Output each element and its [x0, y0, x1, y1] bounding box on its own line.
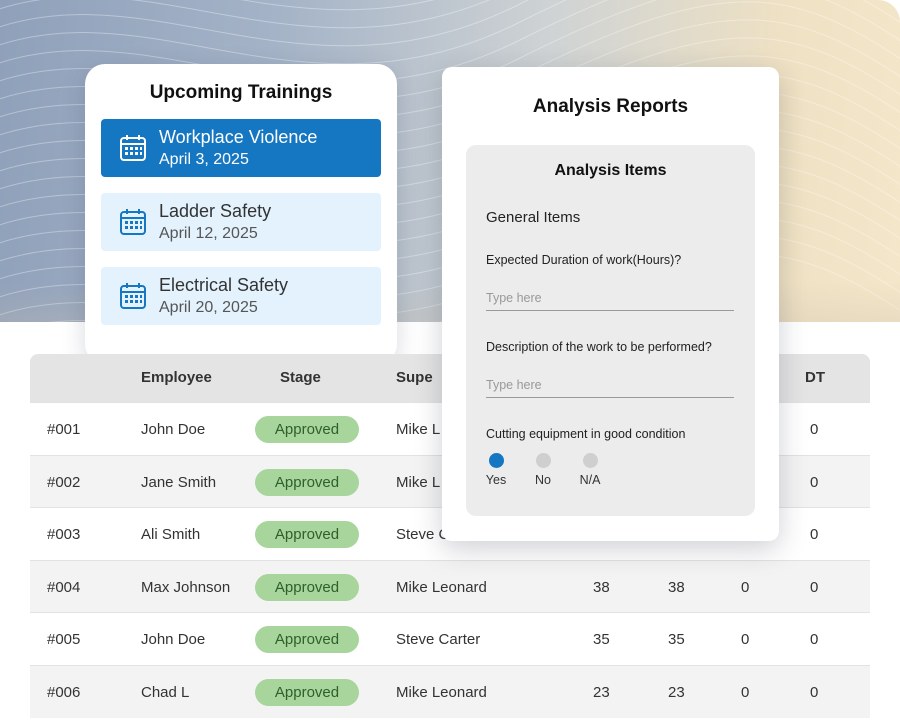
cell-dt: 0: [810, 631, 819, 649]
training-item-ladder-safety[interactable]: Ladder Safety April 12, 2025: [101, 193, 381, 251]
calendar-icon: [120, 135, 146, 161]
cell-employee: John Doe: [141, 421, 206, 438]
cell-dt: 0: [810, 526, 819, 544]
analysis-items-panel: Analysis Items General Items Expected Du…: [466, 145, 755, 516]
cell-value-1: 23: [593, 683, 610, 701]
cell-value-2: 38: [668, 578, 685, 596]
duration-input[interactable]: [486, 285, 734, 311]
analysis-reports-card: Analysis Reports Analysis Items General …: [442, 67, 779, 541]
column-header-stage[interactable]: Stage: [280, 369, 321, 386]
radio-label-no: No: [535, 473, 551, 487]
cell-value-3: 0: [741, 683, 750, 701]
cell-dt: 0: [810, 683, 819, 701]
status-badge: Approved: [255, 468, 359, 496]
training-name: Workplace Violence: [159, 127, 318, 147]
cell-supervisor: Mike L: [396, 421, 441, 438]
status-badge: Approved: [255, 678, 359, 706]
radio-button[interactable]: [582, 453, 598, 468]
general-items-heading: General Items: [486, 209, 581, 226]
training-item-workplace-violence[interactable]: Workplace Violence April 3, 2025: [101, 119, 381, 177]
cell-employee: John Doe: [141, 631, 206, 649]
duration-question-label: Expected Duration of work(Hours)?: [486, 253, 682, 267]
radio-option-yes[interactable]: Yes: [476, 453, 516, 487]
cell-value-3: 0: [741, 631, 750, 649]
table-row[interactable]: #004 Max Johnson Mike Leonard 38 38 0 0 Approve…: [30, 559, 870, 613]
cell-value-1: 35: [593, 631, 610, 649]
radio-button-checked[interactable]: [488, 453, 504, 468]
training-date: April 20, 2025: [159, 299, 258, 316]
cutting-equipment-radio-group: Yes No N/A: [486, 453, 686, 493]
wave-line: [240, 0, 434, 11]
radio-label-yes: Yes: [485, 473, 507, 487]
column-header-supervisor[interactable]: Supe: [396, 369, 433, 386]
cell-value-3: 0: [741, 578, 750, 596]
cell-value-1: 38: [593, 578, 610, 596]
description-question-label: Description of the work to be performed?: [486, 340, 712, 354]
cell-id: #005: [47, 631, 81, 649]
training-date: April 3, 2025: [159, 151, 249, 168]
radio-label-na: N/A: [579, 473, 601, 487]
radio-option-na[interactable]: N/A: [570, 453, 610, 487]
cell-id: #006: [47, 683, 81, 701]
radio-option-no[interactable]: No: [523, 453, 563, 487]
cell-employee: Chad L: [141, 683, 190, 701]
status-badge: Approved: [255, 416, 359, 443]
cell-id: #004: [47, 578, 81, 596]
status-badge: Approved: [255, 626, 359, 654]
cell-supervisor: Steve Carter: [396, 631, 481, 649]
cell-supervisor: Mike Leonard: [396, 578, 487, 596]
training-name: Ladder Safety: [159, 201, 272, 221]
cell-id: #003: [47, 526, 81, 544]
cell-value-2: 23: [668, 683, 685, 701]
cell-employee: Ali Smith: [141, 526, 201, 544]
cutting-equipment-question-label: Cutting equipment in good condition: [486, 427, 686, 441]
cell-dt: 0: [810, 421, 819, 438]
reports-title: Analysis Reports: [532, 96, 689, 117]
calendar-icon: [120, 209, 146, 235]
wave-line: [0, 0, 490, 29]
radio-button[interactable]: [535, 453, 551, 468]
cell-employee: Jane Smith: [141, 473, 217, 491]
calendar-icon: [120, 283, 146, 309]
cell-value-2: 35: [668, 631, 685, 649]
column-header-dt[interactable]: DT: [805, 369, 825, 386]
cell-supervisor: Mike Leonard: [396, 683, 487, 701]
cell-dt: 0: [810, 473, 819, 491]
cell-employee: Max Johnson: [141, 578, 231, 596]
training-name: Electrical Safety: [159, 275, 289, 295]
training-date: April 12, 2025: [159, 225, 258, 242]
cell-supervisor: Mike L: [396, 473, 441, 491]
status-badge: Approved: [255, 573, 359, 601]
cell-id: #001: [47, 421, 81, 438]
cell-id: #002: [47, 473, 81, 491]
description-input[interactable]: [486, 372, 734, 398]
upcoming-trainings-card: Upcoming Trainings Workplace Violence Ap…: [85, 64, 397, 364]
table-row[interactable]: #005 John Doe Steve Carter 35 35 0 0 Approved: [30, 612, 870, 665]
analysis-items-title: Analysis Items: [554, 162, 667, 179]
trainings-title: Upcoming Trainings: [149, 82, 333, 103]
training-item-electrical-safety[interactable]: Electrical Safety April 20, 2025: [101, 267, 381, 325]
cell-dt: 0: [810, 578, 819, 596]
table-row[interactable]: #006 Chad L Mike Leonard 23 23 0 0 Approved: [30, 664, 870, 718]
column-header-employee[interactable]: Employee: [141, 369, 212, 386]
status-badge: Approved: [255, 521, 359, 549]
